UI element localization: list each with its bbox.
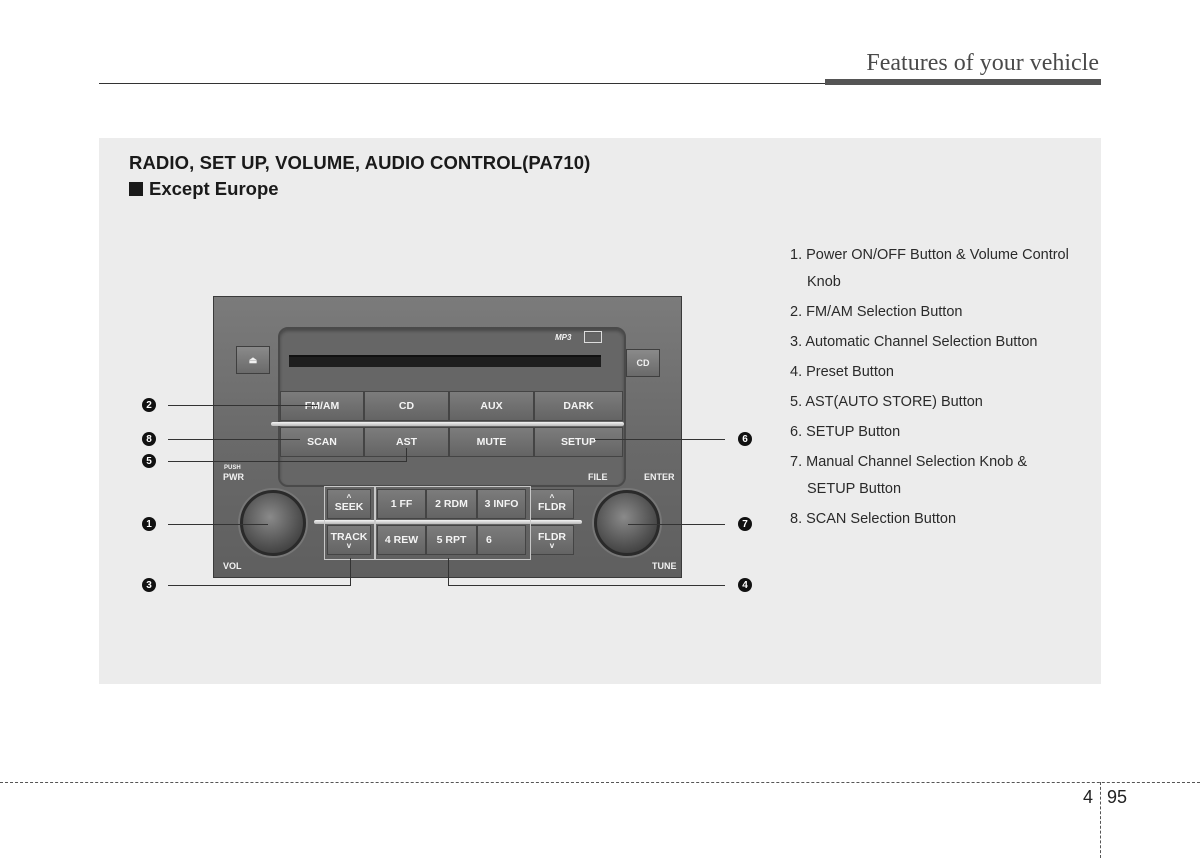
tune-enter-knob[interactable] [594,490,660,556]
folder-down-button[interactable]: FLDR v [530,525,574,555]
callout-1: 1 [142,517,156,531]
leader-line [350,558,351,586]
leader-line [168,585,350,586]
legend-item: 7. Manual Channel Selection Knob & [790,454,1027,470]
fldr-label: FLDR [538,501,566,513]
header-rule-thick [825,79,1101,85]
legend-item: 4. Preset Button [790,364,894,380]
leader-line [448,558,449,586]
legend-item: 5. AST(AUTO STORE) Button [790,394,983,410]
legend-item: 6. SETUP Button [790,424,901,440]
eject-icon: ⏏ [248,354,258,365]
cd-slot [289,355,601,367]
volume-power-knob[interactable] [240,490,306,556]
callout-8: 8 [142,432,156,446]
scan-button[interactable]: SCAN [280,427,364,457]
push-label: PUSH [224,465,241,471]
subtitle-text: Except Europe [149,178,279,199]
leader-line [628,524,725,525]
legend-item-cont: Knob [807,274,841,290]
legend-item: 2. FM/AM Selection Button [790,304,963,320]
legend-item-cont: SETUP Button [807,481,902,497]
seek-track-outline [324,486,376,560]
legend-item: 1. Power ON/OFF Button & Volume Control [790,247,1069,263]
footer-divider [1100,782,1101,858]
mute-button[interactable]: MUTE [449,427,534,457]
setup-button[interactable]: SETUP [534,427,623,457]
footer-rule [0,782,1200,783]
callout-3: 3 [142,578,156,592]
mp3-logo: MP3 [555,333,572,342]
chrome-rail [271,422,624,426]
figure-title: RADIO, SET UP, VOLUME, AUDIO CONTROL(PA7… [129,152,591,173]
figure-subtitle: Except Europe [129,178,279,200]
cd-side-button[interactable]: CD [626,349,660,377]
leader-line [168,524,268,525]
legend-list: 1. Power ON/OFF Button & Volume Control … [790,240,1069,534]
enter-label: ENTER [644,472,675,482]
header-rule [99,83,825,84]
callout-2: 2 [142,398,156,412]
page-number: 95 [1107,787,1128,807]
leader-line [406,448,407,462]
dark-button[interactable]: DARK [534,391,623,421]
tune-label: TUNE [652,561,677,571]
legend-item: 3. Automatic Channel Selection Button [790,334,1038,350]
radio-unit: MP3 ⏏ CD FM/AM CD AUX DARK SCAN AST MUTE… [213,296,682,578]
callout-6: 6 [738,432,752,446]
leader-line [595,439,725,440]
chevron-down-icon: v [549,541,555,550]
disc-logo-icon [584,331,602,343]
cd-button[interactable]: CD [364,391,449,421]
aux-button[interactable]: AUX [449,391,534,421]
callout-7: 7 [738,517,752,531]
section-header-title: Features of your vehicle [866,50,1099,76]
leader-line [168,439,300,440]
leader-line [168,405,318,406]
preset-outline [374,486,531,560]
folder-up-button[interactable]: ^ FLDR [530,489,574,519]
legend-item: 8. SCAN Selection Button [790,511,957,527]
callout-5: 5 [142,454,156,468]
leader-line [448,585,725,586]
vol-label: VOL [223,561,242,571]
pwr-label: PWR [223,472,244,482]
callout-4: 4 [738,578,752,592]
fm-am-button[interactable]: FM/AM [280,391,364,421]
eject-button[interactable]: ⏏ [236,346,270,374]
file-label: FILE [588,472,608,482]
chapter-number: 4 [1083,787,1094,807]
leader-line [168,461,406,462]
square-bullet-icon [129,182,143,196]
